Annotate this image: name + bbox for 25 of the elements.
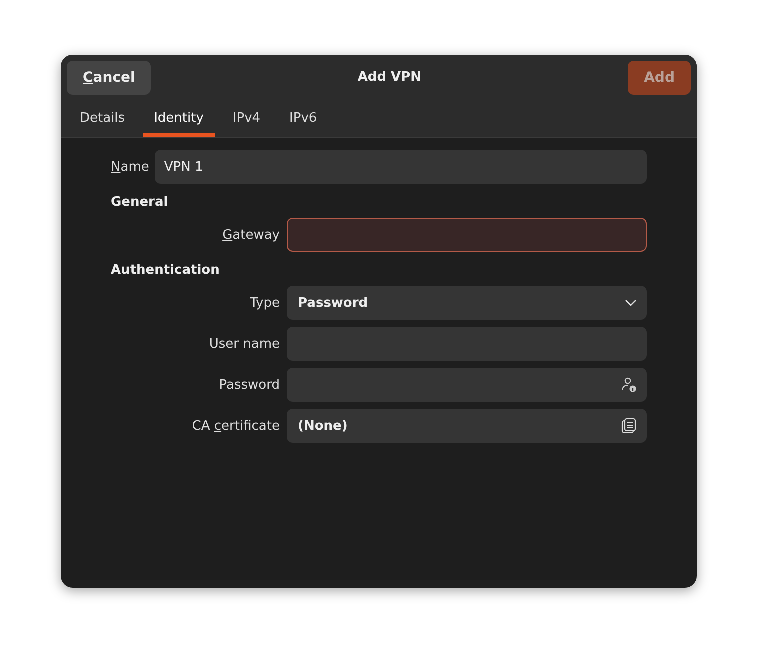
field-label: User name	[208, 336, 280, 352]
section-heading: General	[111, 195, 170, 210]
field-label: Password	[218, 378, 280, 392]
document-icon	[621, 418, 637, 434]
tab[interactable]: IPv6	[278, 100, 328, 137]
type-dropdown[interactable]: Password	[287, 286, 647, 320]
password-field[interactable]	[287, 368, 647, 402]
input-field[interactable]	[287, 327, 647, 361]
field-label: Gateway	[222, 228, 280, 242]
field-label: Name	[111, 160, 150, 174]
dropdown-value: Password	[298, 296, 368, 310]
section-heading: Authentication	[111, 263, 221, 278]
chevron-down-icon	[625, 299, 637, 307]
chooser-value: (None)	[298, 418, 348, 434]
name-field[interactable]: VPN 1	[155, 150, 647, 184]
tab[interactable]: Details	[69, 100, 136, 137]
cancel-button[interactable]: Cancel	[67, 60, 152, 94]
certificate-chooser[interactable]: (None)	[287, 409, 647, 443]
tab[interactable]: IPv4	[222, 100, 272, 137]
input-field[interactable]	[287, 218, 647, 252]
field-label: Type	[249, 296, 280, 310]
user-info-icon	[621, 377, 637, 393]
window-title: Add VPN	[358, 70, 422, 85]
tab[interactable]: Identity	[143, 100, 215, 137]
field-label: CA certificate	[191, 418, 280, 434]
